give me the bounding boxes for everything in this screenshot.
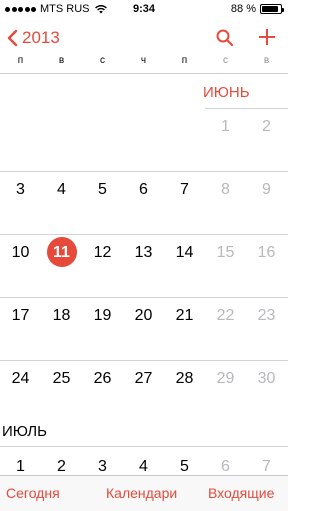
day-cell[interactable]: 23	[246, 307, 287, 325]
day-cell[interactable]: 30	[246, 370, 287, 388]
day-cell[interactable]: 10	[0, 244, 41, 262]
week-divider	[0, 234, 288, 235]
day-cell[interactable]: 2	[246, 118, 287, 136]
day-cell[interactable]: 4	[41, 181, 82, 199]
day-cell[interactable]: 14	[164, 244, 205, 262]
day-cell[interactable]: 28	[164, 370, 205, 388]
day-cell[interactable]: 8	[205, 181, 246, 199]
day-cell[interactable]: 13	[123, 244, 164, 262]
month-label-june: ИЮНЬ	[203, 84, 250, 101]
weekday-label: в	[58, 55, 65, 66]
weekday-label: п	[17, 55, 24, 66]
signal-strength-icon	[5, 6, 36, 12]
weekday-header: пвсчпсв	[0, 55, 288, 73]
back-to-year-button[interactable]: 2013	[6, 28, 60, 48]
calendars-button[interactable]: Календари	[106, 485, 177, 501]
search-icon[interactable]	[215, 28, 235, 48]
status-right: 88 %	[230, 3, 284, 15]
day-cell[interactable]: 15	[205, 244, 246, 262]
wifi-icon	[94, 5, 107, 14]
weekday-label: ч	[140, 55, 147, 66]
day-cell[interactable]: 3	[82, 458, 123, 476]
day-cell[interactable]: 3	[0, 181, 41, 199]
status-bar: MTS RUS 9:34 88 %	[0, 0, 288, 20]
day-cell[interactable]: 9	[246, 181, 287, 199]
day-cell[interactable]: 5	[164, 458, 205, 476]
week-divider	[0, 297, 288, 298]
day-cell[interactable]: 12	[82, 244, 123, 262]
week-divider	[205, 108, 288, 109]
week-divider	[0, 360, 288, 361]
header-divider	[0, 73, 288, 74]
week-divider	[0, 171, 288, 172]
day-cell[interactable]: 18	[41, 307, 82, 325]
day-cell[interactable]: 25	[41, 370, 82, 388]
inbox-button[interactable]: Входящие	[208, 485, 274, 501]
back-label: 2013	[22, 28, 60, 47]
bottom-toolbar: Сегодня Календари Входящие	[0, 475, 288, 511]
carrier-name: MTS RUS	[40, 3, 90, 15]
day-cell[interactable]: 7	[164, 181, 205, 199]
status-left: MTS RUS	[5, 3, 108, 15]
day-cell[interactable]: 4	[123, 458, 164, 476]
battery-percent: 88 %	[230, 3, 256, 15]
month-label-july: ИЮЛЬ	[2, 423, 47, 440]
chevron-left-icon	[7, 29, 18, 47]
weekday-label: с	[100, 55, 105, 66]
day-cell[interactable]: 24	[0, 370, 41, 388]
day-cell[interactable]: 29	[205, 370, 246, 388]
day-cell[interactable]: 20	[123, 307, 164, 325]
nav-bar: 2013	[0, 20, 288, 56]
day-cell[interactable]: 26	[82, 370, 123, 388]
today-button[interactable]: Сегодня	[6, 485, 60, 501]
weekday-label: с	[223, 55, 228, 66]
day-cell-today[interactable]: 11	[41, 244, 82, 262]
day-cell[interactable]: 1	[205, 118, 246, 136]
weekday-label: п	[181, 55, 188, 66]
battery-icon	[260, 4, 284, 14]
day-cell[interactable]: 19	[82, 307, 123, 325]
day-cell[interactable]: 27	[123, 370, 164, 388]
day-cell[interactable]: 6	[205, 458, 246, 476]
day-cell[interactable]: 16	[246, 244, 287, 262]
day-cell[interactable]: 22	[205, 307, 246, 325]
day-cell[interactable]: 2	[41, 458, 82, 476]
week-divider	[0, 446, 288, 447]
day-cell[interactable]: 6	[123, 181, 164, 199]
day-cell[interactable]: 7	[246, 458, 287, 476]
day-cell[interactable]: 21	[164, 307, 205, 325]
weekday-label: в	[263, 55, 270, 66]
day-cell[interactable]: 5	[82, 181, 123, 199]
day-cell[interactable]: 17	[0, 307, 41, 325]
day-cell[interactable]: 1	[0, 458, 41, 476]
plus-icon[interactable]	[256, 26, 278, 48]
